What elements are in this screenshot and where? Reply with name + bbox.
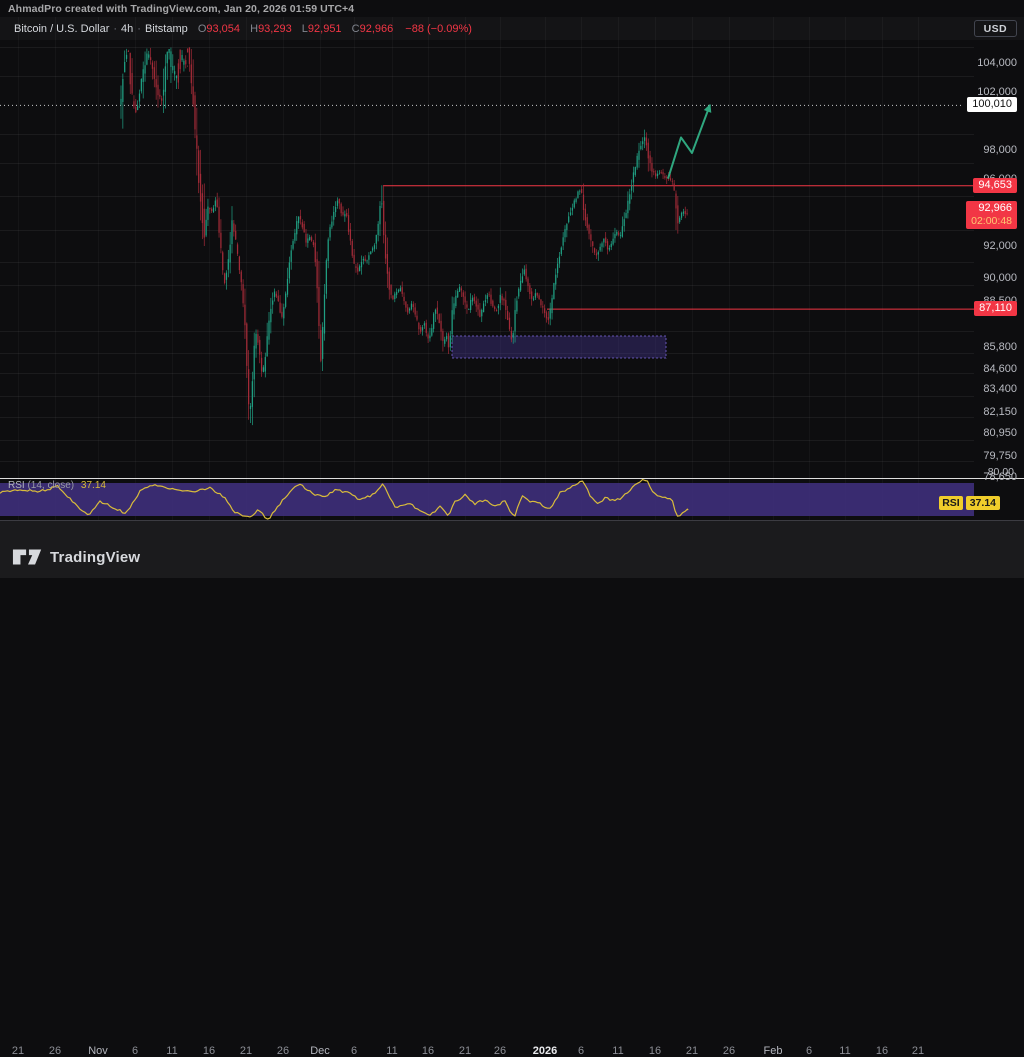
time-tick: 6 — [578, 1045, 584, 1057]
time-tick: 26 — [723, 1045, 735, 1057]
currency-toggle-button[interactable]: USD — [974, 20, 1017, 37]
low-value: 92,951 — [308, 23, 342, 35]
exchange-label[interactable]: Bitstamp — [145, 23, 188, 35]
brand-name: TradingView — [50, 549, 140, 566]
time-tick: 2026 — [533, 1045, 557, 1057]
time-tick: 21 — [240, 1045, 252, 1057]
rsi-badge-label: RSI — [939, 496, 963, 510]
high-value: 93,293 — [258, 23, 292, 35]
time-tick: 6 — [351, 1045, 357, 1057]
current-price-label: 92,966 02:00:48 — [966, 201, 1017, 229]
time-tick: 6 — [132, 1045, 138, 1057]
time-tick: 26 — [277, 1045, 289, 1057]
high-label: H — [250, 23, 258, 35]
time-tick: Dec — [310, 1045, 330, 1057]
time-tick: 21 — [912, 1045, 924, 1057]
rsi-legend[interactable]: RSI (14, close) 37.14 — [8, 480, 106, 491]
rsi-value-badges: RSI37.14 — [939, 497, 1000, 509]
time-tick: 21 — [12, 1045, 24, 1057]
rsi-badge-value: 37.14 — [966, 496, 1000, 510]
time-tick: 16 — [422, 1045, 434, 1057]
legend-separator: · — [113, 23, 117, 35]
price-tick: 104,000 — [977, 57, 1017, 69]
price-tick: 98,000 — [983, 144, 1017, 156]
price-tick: 84,600 — [983, 363, 1017, 375]
bar-countdown: 02:00:48 — [971, 215, 1012, 228]
open-value: 93,054 — [206, 23, 240, 35]
last-price: 92,966 — [971, 202, 1012, 215]
symbol-title[interactable]: Bitcoin / U.S. Dollar — [14, 23, 109, 35]
tradingview-logo-icon — [12, 548, 44, 566]
price-tick: 82,150 — [983, 406, 1017, 418]
rsi-title: RSI — [8, 480, 25, 491]
tradingview-logo[interactable]: TradingView — [12, 548, 140, 566]
time-tick: 26 — [494, 1045, 506, 1057]
time-tick: 11 — [386, 1045, 397, 1057]
close-label: C — [352, 23, 360, 35]
main-chart[interactable] — [0, 0, 1024, 577]
time-tick: 16 — [876, 1045, 888, 1057]
watermark: AhmadPro created with TradingView.com, J… — [8, 3, 354, 15]
time-tick: Nov — [88, 1045, 108, 1057]
time-tick: 6 — [806, 1045, 812, 1057]
rsi-legend-value: 37.14 — [81, 480, 106, 491]
interval-label[interactable]: 4h — [121, 23, 133, 35]
close-value: 92,966 — [360, 23, 394, 35]
price-tick: 102,000 — [977, 86, 1017, 98]
price-label-target: 100,010 — [967, 97, 1017, 112]
legend-separator: · — [137, 23, 141, 35]
price-tick: 90,000 — [983, 272, 1017, 284]
time-tick: 11 — [166, 1045, 177, 1057]
time-tick: 21 — [686, 1045, 698, 1057]
time-tick: 11 — [612, 1045, 623, 1057]
price-tick: 85,800 — [983, 341, 1017, 353]
time-tick: 16 — [203, 1045, 215, 1057]
price-tick: 80,950 — [983, 427, 1017, 439]
price-label-resistance: 94,653 — [973, 178, 1017, 193]
price-tick: 79,750 — [983, 450, 1017, 462]
time-tick: 16 — [649, 1045, 661, 1057]
price-tick: 92,000 — [983, 240, 1017, 252]
pane-separator[interactable] — [0, 478, 1024, 479]
rsi-params: (14, close) — [27, 480, 74, 491]
price-tick: 83,400 — [983, 383, 1017, 395]
symbol-legend[interactable]: Bitcoin / U.S. Dollar·4h·Bitstamp O93,05… — [14, 23, 472, 35]
time-tick: Feb — [764, 1045, 783, 1057]
time-tick: 21 — [459, 1045, 471, 1057]
rsi-axis-label: 80.00 — [988, 466, 1014, 478]
change-value: −88 (−0.09%) — [405, 23, 472, 35]
time-tick: 11 — [839, 1045, 850, 1057]
time-tick: 26 — [49, 1045, 61, 1057]
price-label-support: 87,110 — [974, 301, 1017, 316]
